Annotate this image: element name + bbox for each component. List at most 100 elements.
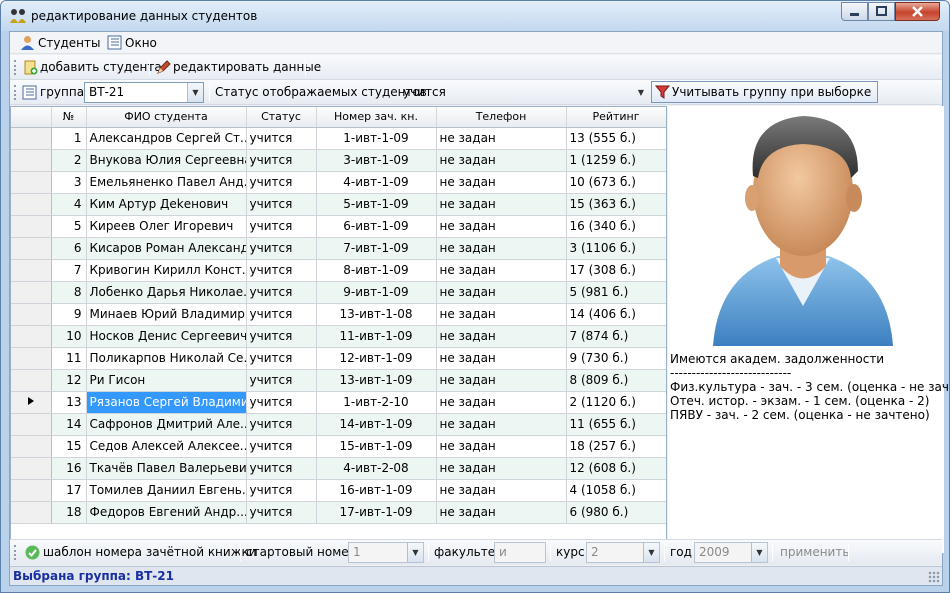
- cell-status[interactable]: учится: [246, 479, 317, 502]
- cell-number[interactable]: 11: [51, 347, 87, 370]
- cell-status[interactable]: учится: [246, 171, 317, 194]
- table-row[interactable]: 18 Федоров Евгений Андр... учится 17-ивт-1-…: [11, 501, 666, 524]
- cell-record-book[interactable]: 13-ивт-1-08: [316, 303, 437, 326]
- row-header[interactable]: [11, 171, 52, 194]
- cell-record-book[interactable]: 5-ивт-1-09: [316, 193, 437, 216]
- table-row[interactable]: 15 Седов Алексей Алексее... учится 15-ивт-1…: [11, 435, 666, 458]
- cell-number[interactable]: 12: [51, 369, 87, 392]
- cell-record-book[interactable]: 13-ивт-1-09: [316, 369, 437, 392]
- table-row[interactable]: 2 Внукова Юлия Сергеевна учится 3-ивт-1-09 н…: [11, 149, 666, 172]
- chevron-down-icon[interactable]: ▼: [751, 543, 767, 562]
- cell-record-book[interactable]: 12-ивт-1-09: [316, 347, 437, 370]
- cell-phone[interactable]: не задан: [436, 369, 567, 392]
- cell-name[interactable]: Кисаров Роман Александ...: [86, 237, 247, 260]
- apply-button[interactable]: применить: [780, 543, 849, 562]
- table-row[interactable]: 1 Александров Сергей Ст... учится 1-ивт-1-0…: [11, 127, 666, 150]
- column-header-rating[interactable]: Рейтинг: [566, 107, 666, 128]
- table-row[interactable]: 16 Ткачёв Павел Валерьевич учится 4-ивт-2-0…: [11, 457, 666, 480]
- row-header[interactable]: [11, 303, 52, 326]
- cell-rating[interactable]: 7 (874 б.): [566, 325, 666, 348]
- cell-phone[interactable]: не задан: [436, 193, 567, 216]
- cell-status[interactable]: учится: [246, 237, 317, 260]
- cell-number[interactable]: 9: [51, 303, 87, 326]
- cell-rating[interactable]: 11 (655 б.): [566, 413, 666, 436]
- minimize-button[interactable]: [841, 2, 868, 21]
- chevron-down-icon[interactable]: ▼: [407, 543, 423, 562]
- cell-record-book[interactable]: 1-ивт-2-10: [316, 391, 437, 414]
- row-header[interactable]: [11, 259, 52, 282]
- cell-status[interactable]: учится: [246, 369, 317, 392]
- column-header-phone[interactable]: Телефон: [436, 107, 567, 128]
- status-filter-select[interactable]: учится ▼: [398, 82, 650, 103]
- cell-name[interactable]: Емельяненко Павел Анд...: [86, 171, 247, 194]
- cell-record-book[interactable]: 1-ивт-1-09: [316, 127, 437, 150]
- table-row[interactable]: 8 Лобенко Дарья Николае... учится 9-ивт-1-0…: [11, 281, 666, 304]
- cell-rating[interactable]: 9 (730 б.): [566, 347, 666, 370]
- cell-status[interactable]: учится: [246, 193, 317, 216]
- close-button[interactable]: [895, 2, 940, 21]
- table-row[interactable]: 5 Киреев Олег Игоревич учится 6-ивт-1-09 не …: [11, 215, 666, 238]
- cell-name[interactable]: Внукова Юлия Сергеевна: [86, 149, 247, 172]
- cell-phone[interactable]: не задан: [436, 303, 567, 326]
- cell-status[interactable]: учится: [246, 325, 317, 348]
- cell-rating[interactable]: 4 (1058 б.): [566, 479, 666, 502]
- cell-rating[interactable]: 13 (555 б.): [566, 127, 666, 150]
- cell-phone[interactable]: не задан: [436, 325, 567, 348]
- row-header[interactable]: [11, 435, 52, 458]
- cell-phone[interactable]: не задан: [436, 171, 567, 194]
- students-table[interactable]: № ФИО студента Статус Номер зач. кн. Тел…: [10, 106, 667, 553]
- cell-status[interactable]: учится: [246, 413, 317, 436]
- table-row[interactable]: 14 Сафронов Дмитрий Але... учится 14-ивт-1-…: [11, 413, 666, 436]
- cell-phone[interactable]: не задан: [436, 149, 567, 172]
- cell-rating[interactable]: 18 (257 б.): [566, 435, 666, 458]
- cell-status[interactable]: учится: [246, 215, 317, 238]
- start-number-select[interactable]: 1 ▼: [348, 542, 424, 563]
- cell-name[interactable]: Минаев Юрий Владимир...: [86, 303, 247, 326]
- maximize-button[interactable]: [868, 2, 895, 21]
- title-bar[interactable]: редактирование данных студентов: [1, 1, 949, 31]
- cell-number[interactable]: 13: [51, 391, 87, 414]
- column-header-name[interactable]: ФИО студента: [86, 107, 247, 128]
- year-select[interactable]: 2009 ▼: [694, 542, 768, 563]
- cell-phone[interactable]: не задан: [436, 391, 567, 414]
- cell-status[interactable]: учится: [246, 259, 317, 282]
- menu-students[interactable]: Студенты: [18, 34, 100, 52]
- cell-record-book[interactable]: 3-ивт-1-09: [316, 149, 437, 172]
- cell-name[interactable]: Сафронов Дмитрий Але...: [86, 413, 247, 436]
- cell-name[interactable]: Ткачёв Павел Валерьевич: [86, 457, 247, 480]
- cell-rating[interactable]: 1 (1259 б.): [566, 149, 666, 172]
- cell-status[interactable]: учится: [246, 127, 317, 150]
- cell-number[interactable]: 4: [51, 193, 87, 216]
- cell-name[interactable]: Лобенко Дарья Николае...: [86, 281, 247, 304]
- cell-status[interactable]: учится: [246, 149, 317, 172]
- chevron-down-icon[interactable]: ▼: [643, 543, 659, 562]
- cell-number[interactable]: 17: [51, 479, 87, 502]
- cell-record-book[interactable]: 14-ивт-1-09: [316, 413, 437, 436]
- group-select[interactable]: ВТ-21 ▼: [84, 82, 204, 103]
- faculty-input[interactable]: и: [494, 542, 546, 563]
- cell-status[interactable]: учится: [246, 281, 317, 304]
- cell-phone[interactable]: не задан: [436, 259, 567, 282]
- cell-rating[interactable]: 2 (1120 б.): [566, 391, 666, 414]
- cell-name[interactable]: Александров Сергей Ст...: [86, 127, 247, 150]
- cell-phone[interactable]: не задан: [436, 501, 567, 524]
- cell-number[interactable]: 16: [51, 457, 87, 480]
- toolbar-grip[interactable]: [14, 60, 17, 75]
- row-header[interactable]: [11, 479, 52, 502]
- table-row[interactable]: 11 Поликарпов Николай Се... учится 12-ивт-1…: [11, 347, 666, 370]
- cell-record-book[interactable]: 9-ивт-1-09: [316, 281, 437, 304]
- row-header[interactable]: [11, 127, 52, 150]
- table-row[interactable]: 17 Томилев Даниил Евгень... учится 16-ивт-1…: [11, 479, 666, 502]
- table-row[interactable]: 10 Носков Денис Сергеевич учится 11-ивт-1-0…: [11, 325, 666, 348]
- cell-name[interactable]: Томилев Даниил Евгень...: [86, 479, 247, 502]
- cell-rating[interactable]: 8 (809 б.): [566, 369, 666, 392]
- cell-number[interactable]: 5: [51, 215, 87, 238]
- cell-rating[interactable]: 3 (1106 б.): [566, 237, 666, 260]
- row-header-corner[interactable]: [11, 107, 52, 128]
- table-row[interactable]: 4 Ким Артур Деkенович учится 5-ивт-1-09 не з…: [11, 193, 666, 216]
- cell-name[interactable]: Носков Денис Сергеевич: [86, 325, 247, 348]
- cell-name[interactable]: Киреев Олег Игоревич: [86, 215, 247, 238]
- cell-number[interactable]: 2: [51, 149, 87, 172]
- table-row[interactable]: 7 Кривогин Кирилл Конст... учится 8-ивт-1-0…: [11, 259, 666, 282]
- toolbar-grip[interactable]: [14, 545, 17, 560]
